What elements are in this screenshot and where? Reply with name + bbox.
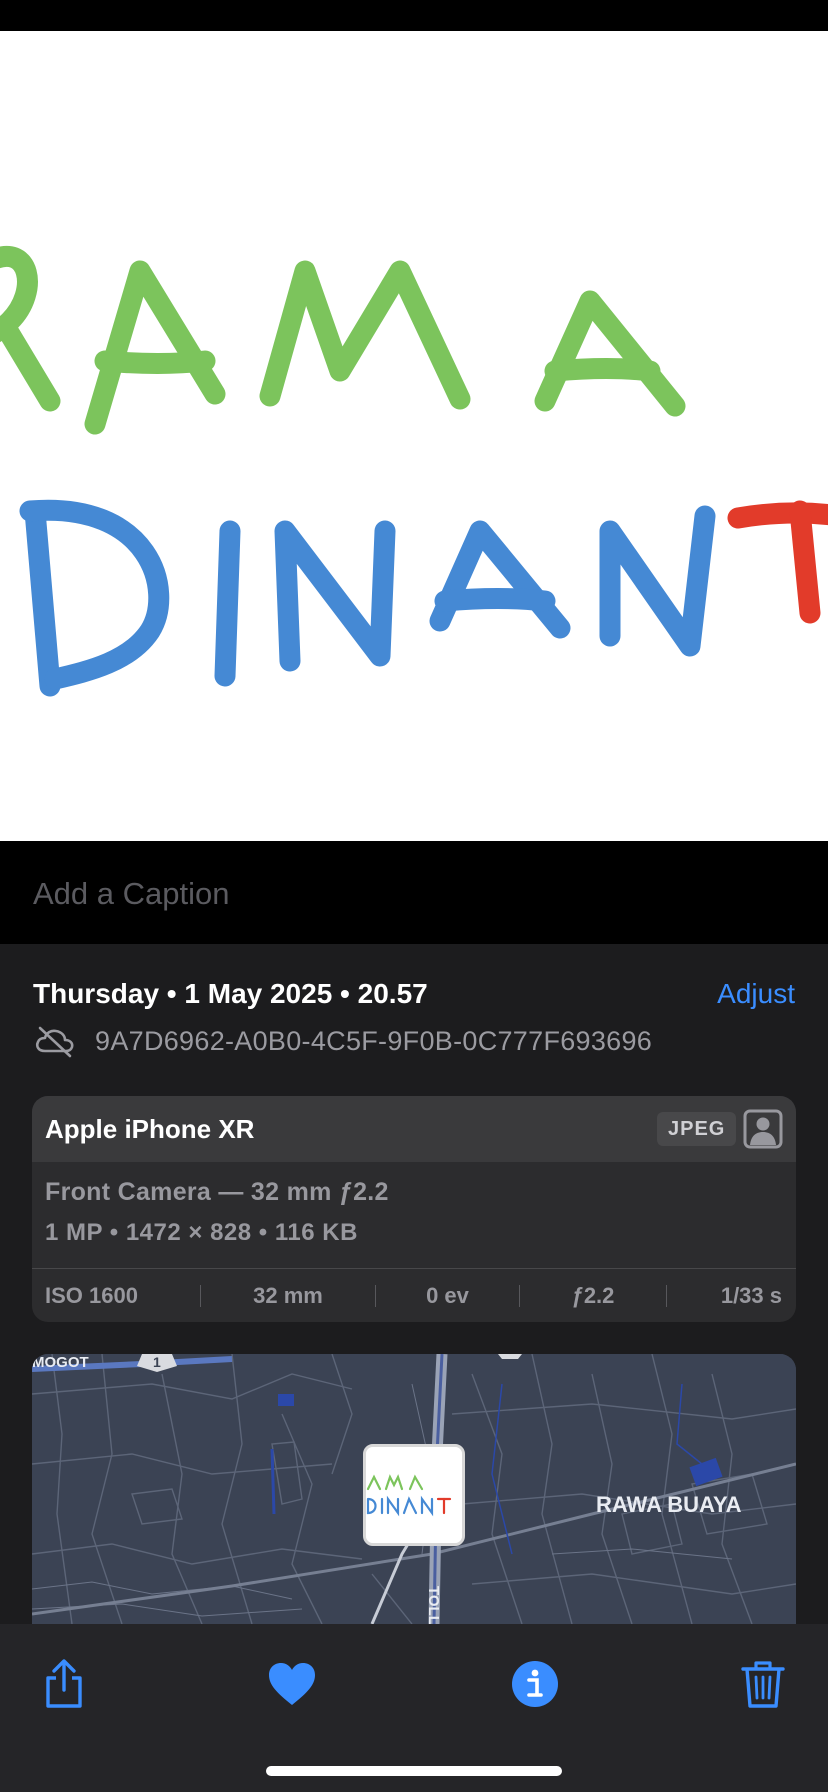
icloud-slash-icon bbox=[35, 1026, 74, 1058]
device-name: Apple iPhone XR bbox=[45, 1114, 255, 1144]
camera-info-card: Apple iPhone XR JPEG Front Camera — 32 m… bbox=[32, 1096, 796, 1322]
map-label-area-top-left: MOGOT bbox=[32, 1354, 89, 1371]
share-icon bbox=[46, 1659, 82, 1708]
bottom-toolbar bbox=[0, 1624, 828, 1792]
trash-icon bbox=[741, 1661, 785, 1708]
info-panel: Thursday • 1 May 2025 • 20.57 Adjust 9A7… bbox=[0, 944, 828, 1624]
heart-icon bbox=[269, 1663, 315, 1705]
delete-button[interactable] bbox=[733, 1654, 793, 1714]
info-icon bbox=[512, 1661, 558, 1707]
caption-input[interactable] bbox=[33, 874, 793, 914]
exif-focal-length: 32 mm bbox=[253, 1282, 323, 1308]
map-label-rawa-buaya: RAWA BUAYA bbox=[596, 1492, 742, 1517]
map-label-road: TOLLI bbox=[425, 1586, 442, 1624]
exif-aperture: ƒ2.2 bbox=[571, 1282, 615, 1308]
capture-date: Thursday • 1 May 2025 • 20.57 bbox=[33, 978, 428, 1009]
caption-bar bbox=[0, 841, 828, 944]
map-photo-pin[interactable] bbox=[363, 1444, 465, 1546]
info-button[interactable] bbox=[505, 1654, 565, 1714]
location-map[interactable]: MOGOT 1 RAWA BUAYA TOLLI bbox=[32, 1354, 796, 1624]
map-pin-thumbnail bbox=[366, 1447, 462, 1543]
camera-card-header: Apple iPhone XR JPEG bbox=[32, 1096, 796, 1162]
favorite-button[interactable] bbox=[262, 1654, 322, 1714]
home-indicator[interactable] bbox=[266, 1766, 562, 1776]
status-bar bbox=[0, 0, 828, 31]
photo-identifier-row: 9A7D6962-A0B0-4C5F-9F0B-0C777F693696 bbox=[33, 1024, 652, 1058]
share-button[interactable] bbox=[34, 1654, 94, 1714]
lens-info: Front Camera — 32 mm ƒ2.2 bbox=[45, 1178, 389, 1206]
exif-exposure-value: 0 ev bbox=[426, 1282, 469, 1308]
portrait-icon bbox=[743, 1109, 783, 1149]
format-badge: JPEG bbox=[657, 1112, 737, 1146]
photo-uuid: 9A7D6962-A0B0-4C5F-9F0B-0C777F693696 bbox=[95, 1025, 653, 1056]
image-specs: 1 MP • 1472 × 828 • 116 KB bbox=[45, 1219, 358, 1246]
exif-shutter-speed: 1/33 s bbox=[720, 1282, 782, 1308]
photo-viewer[interactable] bbox=[0, 31, 828, 841]
exif-iso: ISO 1600 bbox=[45, 1282, 138, 1308]
handwritten-photo bbox=[0, 245, 828, 697]
map-route-shield: 1 bbox=[153, 1354, 161, 1370]
exif-row: ISO 1600 32 mm 0 ev ƒ2.2 1/33 s bbox=[32, 1268, 796, 1322]
adjust-date-button[interactable]: Adjust bbox=[717, 978, 795, 1010]
